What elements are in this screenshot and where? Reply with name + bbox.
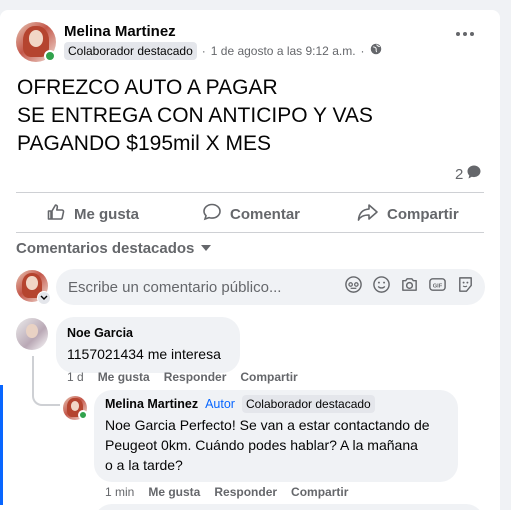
next-reply-preview — [94, 504, 484, 510]
online-status-indicator — [78, 410, 88, 420]
like-label: Me gusta — [74, 205, 140, 223]
more-options-button[interactable] — [456, 32, 474, 36]
comment-bubble-icon — [466, 164, 482, 185]
reply-actions: 1 min Me gusta Responder Compartir — [105, 485, 348, 499]
camera-icon[interactable] — [400, 275, 419, 299]
thread-connector — [32, 384, 60, 406]
comment-share-link[interactable]: Compartir — [240, 370, 297, 384]
svg-text:GIF: GIF — [433, 283, 443, 289]
online-status-indicator — [44, 50, 56, 62]
avatar-sticker-icon[interactable] — [344, 275, 363, 299]
comment-actions: 1 d Me gusta Responder Compartir — [67, 370, 298, 384]
avatar-switch-chevron-icon[interactable] — [37, 291, 51, 305]
reply-text-line: Peugeot 0km. Cuándo podes hablar? A la m… — [105, 437, 418, 453]
reply-author[interactable]: Melina Martinez — [105, 397, 198, 411]
post-author-name[interactable]: Melina Martinez — [64, 23, 176, 40]
top-contributor-badge[interactable]: Colaborador destacado — [241, 395, 375, 413]
comment-label: Comentar — [230, 205, 301, 223]
share-button[interactable]: Compartir — [357, 202, 459, 226]
caret-down-icon — [200, 239, 212, 257]
post-meta-row: Colaborador destacado · 1 de agosto a la… — [64, 42, 382, 60]
reply-like-link[interactable]: Me gusta — [148, 485, 200, 499]
comment-button[interactable]: Comentar — [202, 202, 300, 226]
post-timestamp[interactable]: 1 de agosto a las 9:12 a.m. — [211, 44, 356, 58]
reply-highlight-bar — [0, 385, 3, 505]
post-card: Melina Martinez Colaborador destacado · … — [0, 10, 500, 510]
comment-icon — [202, 202, 222, 226]
meta-separator: · — [360, 44, 365, 58]
comment-count-value: 2 — [455, 166, 464, 183]
comment-author[interactable]: Noe Garcia — [67, 326, 133, 340]
reply-time[interactable]: 1 min — [105, 485, 134, 499]
post-text: OFREZCO AUTO A PAGAR SE ENTREGA CON ANTI… — [17, 76, 373, 155]
comment-bubble: Noe Garcia 1157021434 me interesa — [56, 317, 240, 373]
comment-input[interactable]: Escribe un comentario público... GIF — [56, 269, 485, 305]
reply-header: Melina Martinez Autor Colaborador destac… — [105, 395, 375, 413]
share-label: Compartir — [387, 205, 459, 223]
gif-icon[interactable]: GIF — [428, 275, 447, 299]
comment-reply-link[interactable]: Responder — [164, 370, 227, 384]
comment-input-placeholder: Escribe un comentario público... — [68, 278, 282, 296]
reply-bubble: Melina Martinez Autor Colaborador destac… — [94, 390, 458, 482]
comments-filter-dropdown[interactable]: Comentarios destacados — [16, 239, 212, 257]
thumbs-up-icon — [46, 202, 66, 226]
globe-icon — [370, 42, 382, 60]
share-icon — [357, 202, 379, 226]
comment-time[interactable]: 1 d — [67, 370, 84, 384]
commenter-avatar[interactable] — [16, 318, 48, 350]
comment-count[interactable]: 2 — [455, 164, 482, 185]
comment-like-link[interactable]: Me gusta — [98, 370, 150, 384]
like-button[interactable]: Me gusta — [46, 202, 139, 226]
reply-text-line: o a la tarde? — [105, 457, 183, 473]
divider — [16, 192, 484, 193]
reply-text-line: Noe Garcia Perfecto! Se van a estar cont… — [105, 417, 430, 433]
top-contributor-badge[interactable]: Colaborador destacado — [64, 42, 197, 60]
meta-separator: · — [201, 44, 206, 58]
comment-text: 1157021434 me interesa — [67, 346, 221, 362]
reply-share-link[interactable]: Compartir — [291, 485, 348, 499]
author-tag: Autor — [205, 397, 235, 411]
sticker-icon[interactable] — [456, 275, 475, 299]
reply-reply-link[interactable]: Responder — [214, 485, 277, 499]
divider — [16, 232, 484, 233]
comments-filter-label: Comentarios destacados — [16, 239, 195, 257]
emoji-icon[interactable] — [372, 275, 391, 299]
